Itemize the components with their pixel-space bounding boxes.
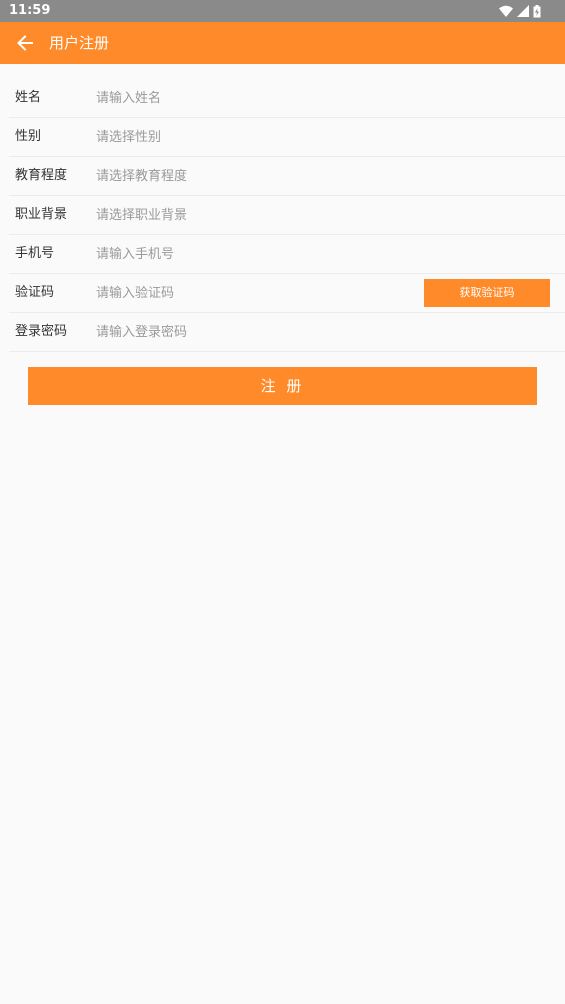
password-input[interactable] (96, 319, 396, 345)
form-row-verification-code: 验证码 获取验证码 (9, 274, 565, 313)
status-bar: 11:59 (0, 0, 565, 22)
status-icons (499, 4, 541, 18)
phone-input[interactable] (96, 241, 396, 267)
form-row-phone: 手机号 (9, 235, 565, 274)
form-row-gender: 性别 (9, 118, 565, 157)
name-input[interactable] (96, 85, 396, 111)
verification-code-input[interactable] (96, 280, 396, 306)
password-label: 登录密码 (15, 324, 68, 339)
wifi-icon (499, 5, 513, 17)
page-title: 用户注册 (49, 34, 110, 52)
cell-signal-icon (517, 5, 529, 17)
occupation-select[interactable] (96, 202, 396, 228)
app-bar: 用户注册 (0, 22, 565, 64)
gender-select[interactable] (96, 124, 396, 150)
verification-code-label: 验证码 (15, 285, 55, 300)
status-time: 11:59 (9, 3, 51, 18)
name-label: 姓名 (15, 90, 42, 105)
phone-label: 手机号 (15, 246, 55, 261)
battery-charging-icon (533, 4, 541, 17)
form-row-name: 姓名 (9, 79, 565, 118)
arrow-left-icon (17, 35, 33, 51)
gender-label: 性别 (15, 129, 42, 144)
education-label: 教育程度 (15, 168, 68, 183)
occupation-label: 职业背景 (15, 207, 68, 222)
registration-form: 姓名 性别 教育程度 职业背景 手机号 验证码 获取验证码 登录密码 (9, 79, 565, 352)
back-button[interactable] (13, 31, 37, 55)
form-row-education: 教育程度 (9, 157, 565, 196)
form-row-password: 登录密码 (9, 313, 565, 352)
form-row-occupation: 职业背景 (9, 196, 565, 235)
register-button[interactable]: 注 册 (28, 367, 537, 405)
get-code-button[interactable]: 获取验证码 (424, 279, 550, 307)
education-select[interactable] (96, 163, 396, 189)
